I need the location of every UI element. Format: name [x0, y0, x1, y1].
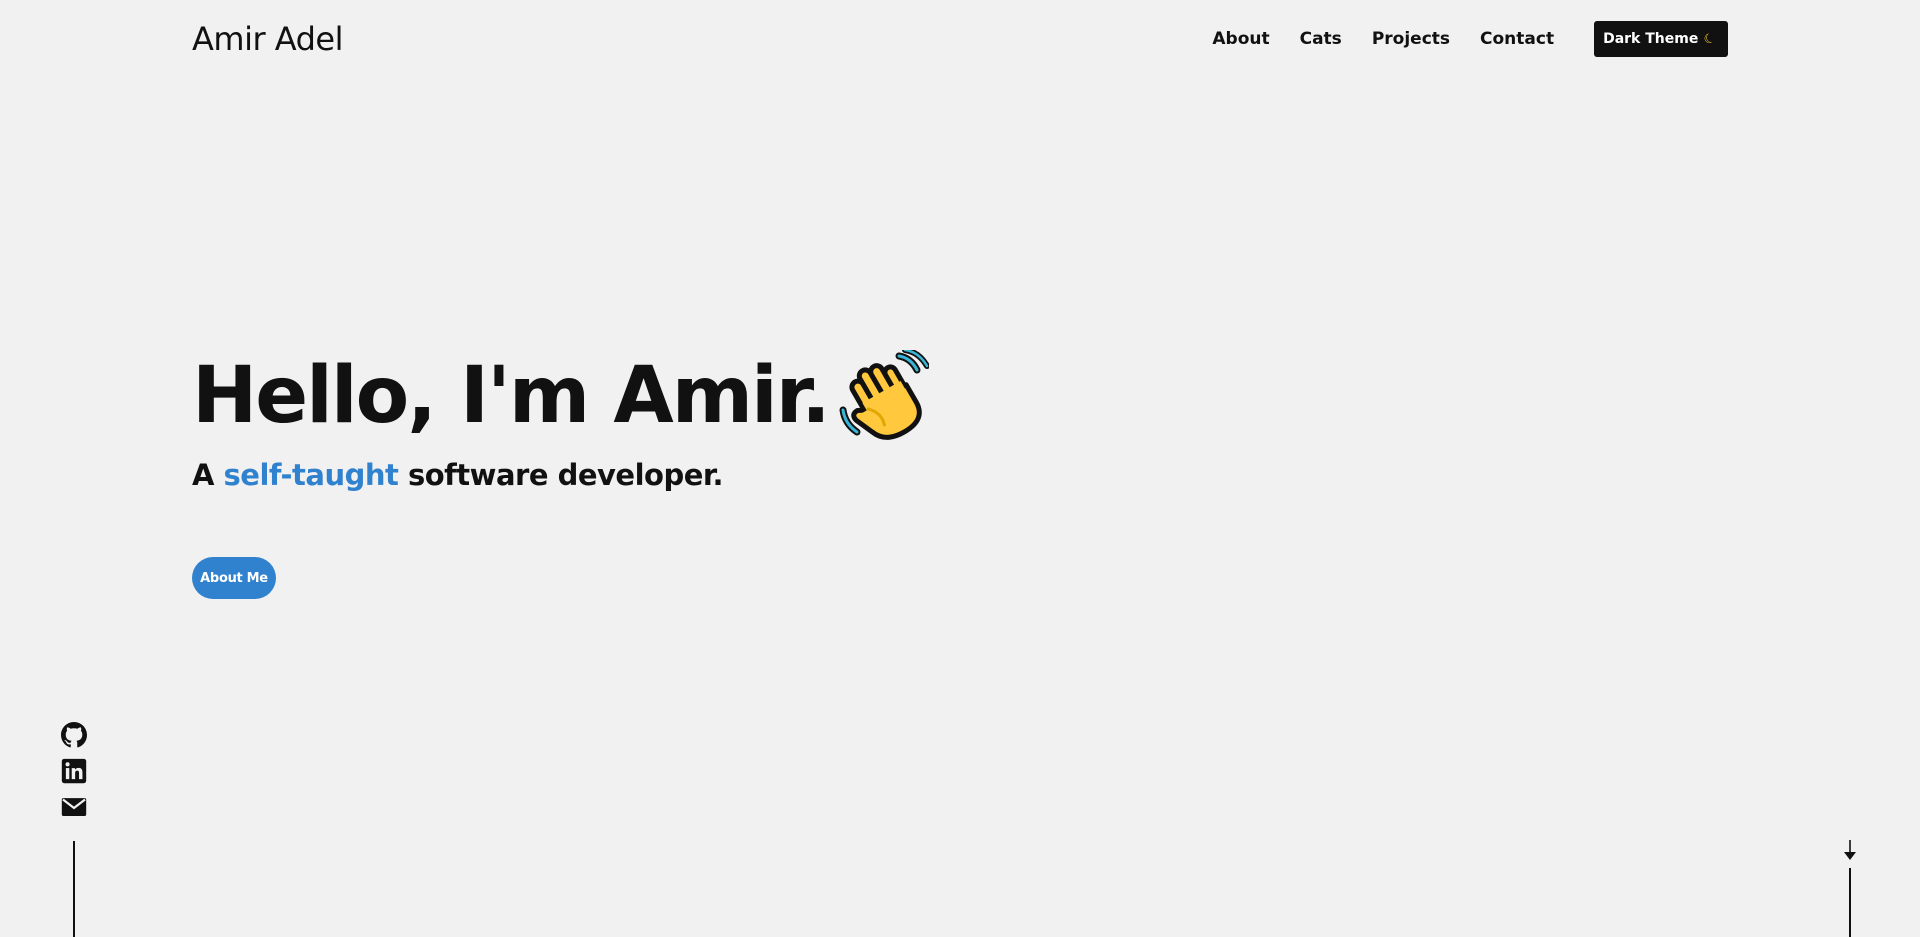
- brand-logo[interactable]: Amir Adel: [192, 20, 344, 58]
- nav-link-contact[interactable]: Contact: [1480, 29, 1554, 49]
- hero-title: Hello, I'm Amir.: [192, 347, 930, 442]
- page: Amir Adel About Cats Projects Contact Da…: [0, 0, 1920, 937]
- hero-subtitle: A self-taught software developer.: [192, 458, 929, 492]
- social-links: [60, 722, 88, 830]
- social-rail-line: [73, 841, 75, 937]
- hero-subtitle-prefix: A: [192, 458, 224, 492]
- github-icon[interactable]: [61, 722, 87, 748]
- nav-link-projects[interactable]: Projects: [1372, 29, 1450, 49]
- site-header: Amir Adel About Cats Projects Contact Da…: [192, 0, 1728, 78]
- dark-theme-button[interactable]: Dark Theme ☾: [1594, 21, 1728, 57]
- arrow-down-icon[interactable]: [1841, 840, 1859, 862]
- nav-link-about[interactable]: About: [1212, 29, 1269, 49]
- hero-section: Hello, I'm Amir. A self-taught software …: [192, 347, 930, 492]
- mail-icon[interactable]: [61, 794, 87, 820]
- dark-theme-label: Dark Theme: [1603, 31, 1699, 47]
- main-nav: About Cats Projects Contact Dark Theme ☾: [1212, 21, 1728, 57]
- moon-icon: ☾: [1702, 29, 1719, 49]
- linkedin-icon[interactable]: [61, 758, 87, 784]
- hero-subtitle-accent: self-taught: [223, 458, 399, 492]
- hero-title-text: Hello, I'm Amir.: [192, 351, 831, 441]
- about-me-button[interactable]: About Me: [192, 557, 276, 599]
- scroll-indicator-line: [1849, 868, 1851, 937]
- waving-hand-icon: [839, 347, 930, 442]
- hero-subtitle-suffix: software developer.: [398, 458, 724, 492]
- nav-link-cats[interactable]: Cats: [1300, 29, 1342, 49]
